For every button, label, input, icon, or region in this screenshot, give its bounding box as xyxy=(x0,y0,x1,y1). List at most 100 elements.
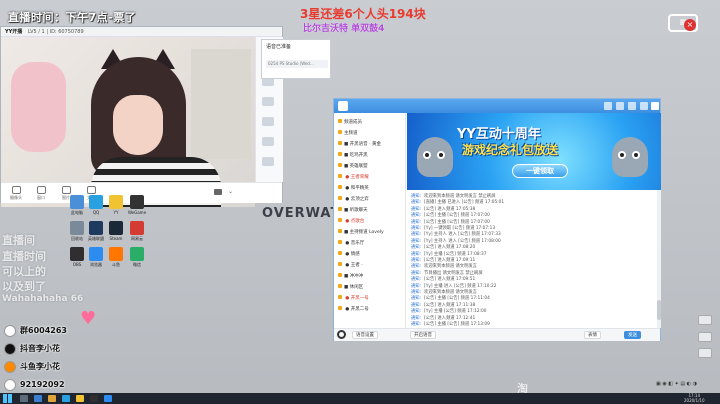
desktop-icon[interactable]: 斗鱼 xyxy=(106,247,126,268)
channel-item[interactable]: ■ 开黑语音 · 黄金 xyxy=(338,141,381,147)
widget-icon[interactable] xyxy=(698,332,712,342)
voice-settings-button[interactable]: 语音设置 xyxy=(352,331,378,339)
emoji-button[interactable]: 表情 xyxy=(584,331,601,339)
chevron-down-icon[interactable]: ⌄ xyxy=(228,188,233,195)
tray-icons: ▣ ◉ ◧ ✦ ▤ ◐ ◑ xyxy=(656,381,697,387)
social-panel: 群6004263 抖音李小花 斗鱼李小花 92192092 xyxy=(4,318,94,394)
app-icon xyxy=(89,247,103,261)
camera-button[interactable]: 摄像头 xyxy=(6,186,26,201)
channel-icon xyxy=(338,163,342,167)
video-icon[interactable] xyxy=(214,189,222,195)
mic-icon[interactable] xyxy=(337,330,346,339)
popup-device-item[interactable]: 0254 PS Studio (Wed... xyxy=(266,60,328,68)
channel-item[interactable]: 主频道 xyxy=(338,130,358,136)
log-line: 通知: [Yy] 一键领取 [公告] 频道 17:07:13 xyxy=(411,226,496,231)
app-icon xyxy=(130,247,144,261)
channel-item[interactable]: ● 王者荣耀 xyxy=(338,174,369,180)
channel-item[interactable]: ● 云顶之弈 xyxy=(338,196,369,202)
channel-item[interactable]: ● 开黑二号 xyxy=(338,306,369,312)
scrollbar-thumb[interactable] xyxy=(657,300,661,320)
close-icon[interactable]: × xyxy=(684,19,696,31)
channel-item[interactable]: ■ 休闲区 xyxy=(338,284,363,290)
banner-title: YY互动十周年 xyxy=(457,127,541,142)
channel-item[interactable]: ● 音乐厅 xyxy=(338,240,364,246)
desktop-icon[interactable]: 微信 xyxy=(127,247,147,268)
channel-icon xyxy=(338,229,342,233)
close-icon[interactable] xyxy=(651,102,659,110)
channel-icon xyxy=(338,152,342,156)
explorer-icon[interactable] xyxy=(48,395,56,402)
desktop-icon[interactable]: 网易云 xyxy=(127,221,147,242)
channel-item[interactable]: ■ 冲冲冲 xyxy=(338,273,363,279)
channel-item[interactable]: ● 和平精英 xyxy=(338,185,369,191)
douyin-icon xyxy=(4,342,16,355)
cam-titlebar: YY开播 LV5 / 1 | ID: 60750789 xyxy=(1,27,282,37)
gift-icon[interactable] xyxy=(262,117,274,126)
log-line: 通知: 欢迎来到本频道 请文明发言 xyxy=(411,264,477,270)
log-line: 通知: [Yy] 主持人 进入 [公告] 频道 17:08:00 xyxy=(411,238,501,244)
qq-taskbar-icon[interactable] xyxy=(62,395,70,402)
app-icon xyxy=(109,247,123,261)
app-icon xyxy=(130,195,144,209)
channel-item[interactable]: 频道成员 xyxy=(338,119,362,125)
face xyxy=(113,95,163,155)
app-icon xyxy=(89,221,103,235)
channel-item[interactable]: ● 点歌台 xyxy=(338,218,364,224)
cam-window: YY开播 LV5 / 1 | ID: 60750789 语音已准备 0254 P… xyxy=(0,26,331,207)
settings-icon[interactable] xyxy=(262,97,274,106)
channel-item[interactable]: ● 王者 · xyxy=(338,262,363,268)
desktop-icon[interactable]: 英雄联盟 xyxy=(86,221,106,242)
log-line: 通知: [Yy] 主播 [公告] 频道 17:08:37 xyxy=(411,251,487,257)
scrollbar[interactable] xyxy=(657,190,661,328)
log-line: 通知: [公告] 进入频道 17:09:11 xyxy=(411,258,476,263)
yy-taskbar-icon[interactable] xyxy=(76,395,84,402)
music-icon[interactable] xyxy=(262,137,274,146)
desktop-icon[interactable]: Steam xyxy=(106,221,126,241)
menu-icon[interactable] xyxy=(616,102,624,110)
obs-taskbar-icon[interactable] xyxy=(90,395,98,402)
channel-item[interactable]: ■ 英雄联盟 xyxy=(338,163,368,169)
maximize-icon[interactable] xyxy=(640,102,648,110)
browser-taskbar-icon[interactable] xyxy=(104,395,112,402)
log-line: 通知: [公告] 进入频道 17:09:51 xyxy=(411,277,476,283)
desktop-icon[interactable]: WeGame xyxy=(127,195,147,215)
widget-icon[interactable] xyxy=(698,315,712,325)
time-note: 直播时间：下午7点-票了 xyxy=(8,11,137,24)
voice-toggle-button[interactable]: 开启语音 xyxy=(410,331,436,339)
claim-button[interactable]: 一键领取 xyxy=(512,164,568,178)
channel-item[interactable]: ● 情感 xyxy=(338,251,360,257)
channel-item[interactable]: ● 开黑一号 xyxy=(338,295,369,301)
channel-icon xyxy=(338,207,342,211)
log-line: 通知: [公告] 主播 [公告] 频道 17:07:00 xyxy=(411,219,490,225)
desktop-icon[interactable]: QQ xyxy=(86,195,106,215)
ghost-text: 以及到了 xyxy=(2,280,46,293)
log-line: 通知: [Yy] 主持人 进入 [公告] 频道 17:07:33 xyxy=(411,232,501,238)
desktop-icon[interactable]: 浏览器 xyxy=(86,247,106,268)
desktop-icon[interactable]: 此电脑 xyxy=(67,195,87,216)
channel-item[interactable]: ■ 吃鸡开黑 xyxy=(338,152,368,158)
shelf xyxy=(191,49,251,159)
desktop-icon[interactable]: 回收站 xyxy=(67,221,87,242)
channel-item[interactable]: ■ 听歌聊天 xyxy=(338,207,368,213)
anniversary-banner[interactable]: YY互动十周年 游戏纪念礼包放送 一键领取 xyxy=(407,113,661,190)
skin-icon[interactable] xyxy=(604,102,612,110)
desktop-icon[interactable]: YY xyxy=(106,195,126,215)
search-icon[interactable] xyxy=(20,395,28,402)
task-view-icon[interactable] xyxy=(34,395,42,402)
send-button[interactable]: 发送 xyxy=(624,331,641,339)
widget-icon[interactable] xyxy=(698,348,712,358)
clock[interactable]: 17:14 2020/1/10 xyxy=(684,393,705,403)
more-icon[interactable] xyxy=(262,157,274,166)
desktop-icon[interactable]: OBS xyxy=(67,247,87,267)
minimize-icon[interactable] xyxy=(628,102,636,110)
avatar[interactable] xyxy=(338,101,348,111)
log-line: 通知: [直播] 主播 已进入 [公告] 频道 17:05:01 xyxy=(411,200,505,206)
log-line: 通知: [公告] 主播 [公告] 频道 17:11:04 xyxy=(411,296,490,302)
log-line: 通知: 欢迎来到本频道 请文明发言 xyxy=(411,290,477,295)
raccoon-mascot xyxy=(417,137,453,177)
channel-item[interactable]: ■ 主持频道 Lovely xyxy=(338,229,384,235)
share-screen-icon xyxy=(36,186,46,194)
ghost-text: 直播间 xyxy=(2,234,35,247)
windows-start-icon[interactable] xyxy=(3,394,12,403)
share-screen-button[interactable]: 窗口 xyxy=(31,186,51,201)
